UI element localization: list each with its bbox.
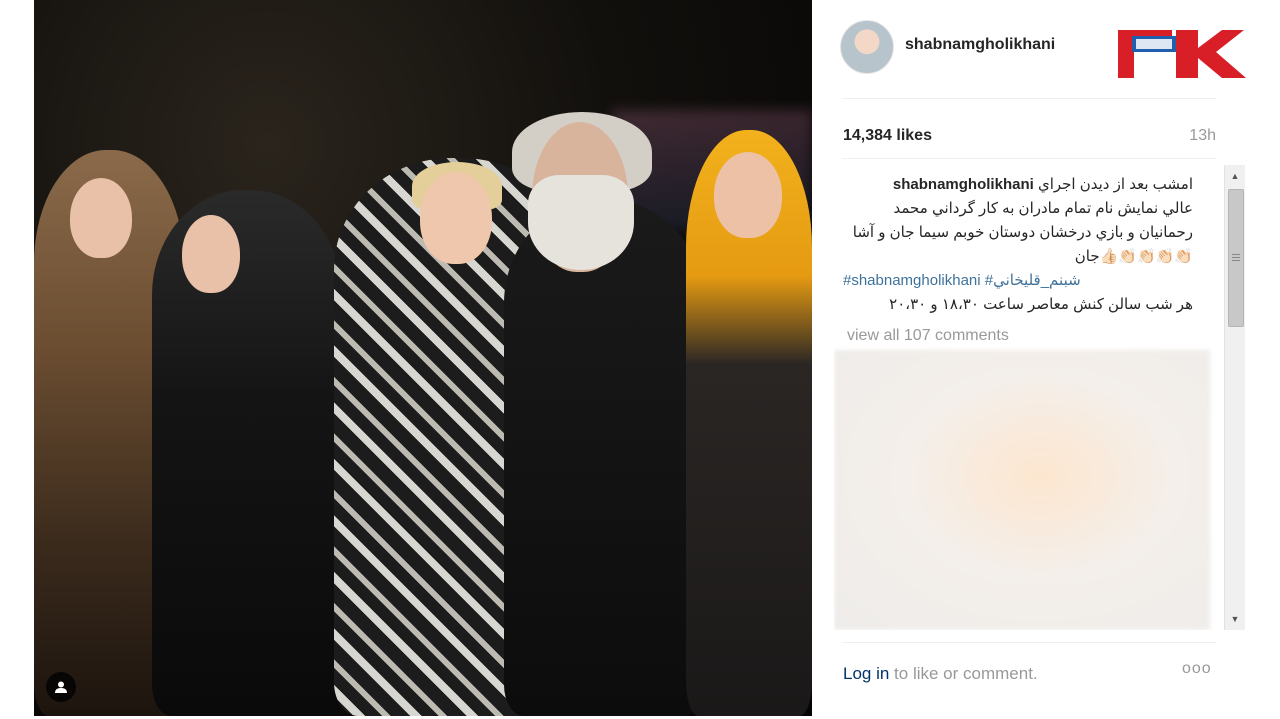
person-2 bbox=[152, 190, 342, 716]
likes-divider bbox=[842, 158, 1216, 159]
avatar[interactable] bbox=[840, 20, 894, 74]
comments-area[interactable]: shabnamgholikhani امشب بعد از ديدن اجراي… bbox=[834, 165, 1236, 630]
post-time[interactable]: 13h bbox=[1189, 127, 1216, 145]
caption-line-4: 👏🏻👏🏻👏🏻👏🏻👍🏻جان bbox=[1074, 248, 1193, 265]
caption-text-1: امشب بعد از ديدن اجراي bbox=[1037, 176, 1193, 193]
caption-line-3: رحمانيان و بازي درخشان دوستان خوبم سيما … bbox=[852, 224, 1193, 241]
person-2-face bbox=[182, 215, 240, 293]
likes-count[interactable]: 14,384 likes bbox=[843, 127, 932, 145]
login-link[interactable]: Log in bbox=[843, 664, 889, 683]
grip-icon bbox=[1232, 254, 1240, 261]
header-divider bbox=[842, 98, 1216, 99]
more-options-icon[interactable]: ooo bbox=[1182, 660, 1212, 678]
post-side-panel: shabnamgholikhani 14,384 likes 13h shabn… bbox=[812, 0, 1280, 719]
caption-username[interactable]: shabnamgholikhani bbox=[893, 176, 1034, 193]
caption-line-2: عالي نمايش نام تمام مادران به كار گرداني… bbox=[893, 200, 1193, 217]
footer-divider bbox=[842, 642, 1216, 643]
caption: shabnamgholikhani امشب بعد از ديدن اجراي… bbox=[843, 173, 1193, 317]
blurred-comments bbox=[834, 350, 1210, 630]
rokna-logo bbox=[1118, 30, 1246, 78]
person-3-face bbox=[420, 172, 492, 264]
person-icon[interactable] bbox=[46, 672, 76, 702]
person-5-face bbox=[714, 152, 782, 238]
login-prompt: Log in to like or comment. bbox=[843, 664, 1038, 684]
person-4 bbox=[504, 200, 704, 716]
post-username[interactable]: shabnamgholikhani bbox=[905, 36, 1055, 54]
post-photo[interactable] bbox=[34, 0, 812, 716]
caption-line-6: هر شب سالن كنش معاصر ساعت ١٨،٣٠ و ٢٠،٣٠ bbox=[889, 296, 1193, 313]
caption-hashtags[interactable]: #shabnamgholikhani #شبنم_قليخاني bbox=[843, 269, 1193, 293]
login-text: to like or comment. bbox=[889, 664, 1038, 683]
caption-line-1: shabnamgholikhani امشب بعد از ديدن اجراي bbox=[843, 173, 1193, 197]
comments-scrollbar[interactable]: ▲ ▼ bbox=[1224, 165, 1245, 630]
arrow-up-icon[interactable]: ▲ bbox=[1225, 167, 1245, 185]
scrollbar-thumb[interactable] bbox=[1228, 189, 1244, 327]
arrow-down-icon[interactable]: ▼ bbox=[1225, 610, 1245, 628]
view-all-comments-link[interactable]: view all 107 comments bbox=[847, 327, 1009, 345]
person-1-face bbox=[70, 178, 132, 258]
person-4-beard bbox=[528, 175, 634, 270]
